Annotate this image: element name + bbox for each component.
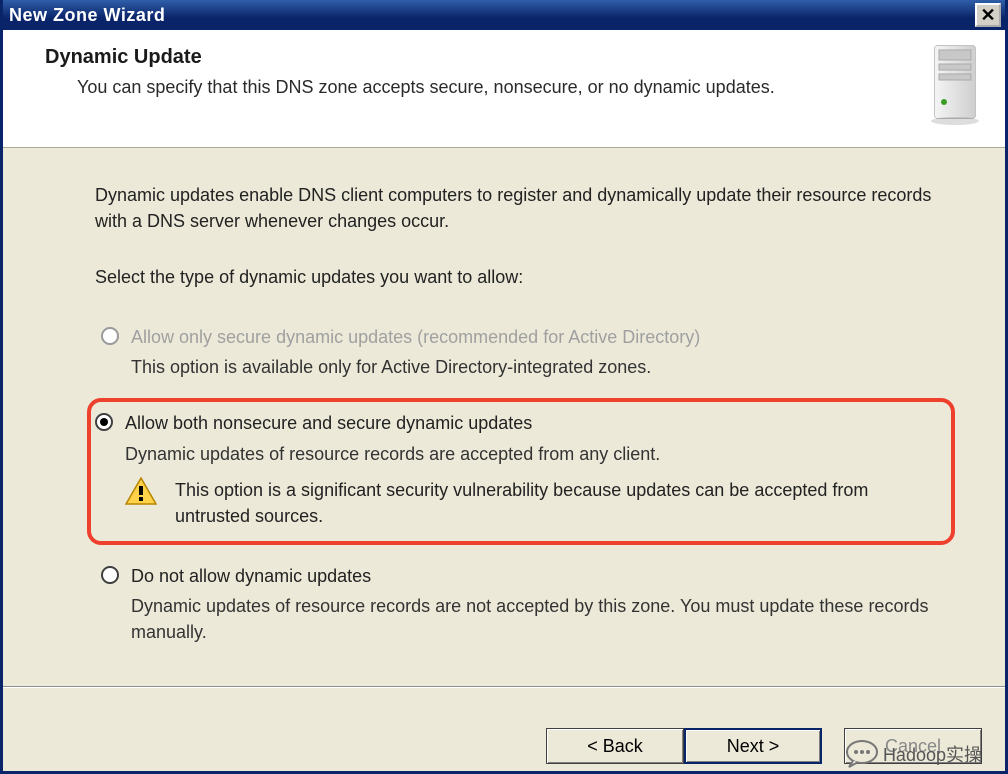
wizard-footer: < Back Next > Cancel bbox=[546, 728, 982, 764]
prompt-text: Select the type of dynamic updates you w… bbox=[95, 264, 939, 290]
close-icon: ✕ bbox=[980, 6, 995, 24]
page-subtitle: You can specify that this DNS zone accep… bbox=[45, 75, 929, 100]
cancel-button[interactable]: Cancel bbox=[844, 728, 982, 764]
wizard-body: Dynamic updates enable DNS client comput… bbox=[3, 148, 1005, 649]
warning-icon bbox=[125, 477, 157, 505]
back-button[interactable]: < Back bbox=[546, 728, 684, 764]
radio-none[interactable] bbox=[101, 566, 119, 584]
option-none-desc: Dynamic updates of resource records are … bbox=[131, 593, 933, 645]
titlebar: New Zone Wizard ✕ bbox=[3, 0, 1005, 30]
option-secure-only-desc: This option is available only for Active… bbox=[131, 354, 933, 380]
intro-text: Dynamic updates enable DNS client comput… bbox=[95, 182, 939, 234]
radio-secure-only bbox=[101, 327, 119, 345]
option-both-warning: This option is a significant security vu… bbox=[175, 477, 937, 529]
footer-separator bbox=[3, 686, 1005, 688]
option-both-label: Allow both nonsecure and secure dynamic … bbox=[125, 410, 937, 436]
option-none-label: Do not allow dynamic updates bbox=[131, 563, 933, 589]
wizard-header: Dynamic Update You can specify that this… bbox=[3, 30, 1005, 148]
page-title: Dynamic Update bbox=[45, 46, 929, 69]
option-secure-only: Allow only secure dynamic updates (recom… bbox=[95, 320, 939, 384]
option-both[interactable]: Allow both nonsecure and secure dynamic … bbox=[87, 398, 955, 544]
window-title: New Zone Wizard bbox=[9, 5, 975, 26]
option-both-desc: Dynamic updates of resource records are … bbox=[125, 441, 937, 467]
option-secure-only-label: Allow only secure dynamic updates (recom… bbox=[131, 324, 933, 350]
radio-both[interactable] bbox=[95, 413, 113, 431]
option-none[interactable]: Do not allow dynamic updates Dynamic upd… bbox=[95, 559, 939, 649]
close-button[interactable]: ✕ bbox=[975, 3, 1001, 27]
next-button[interactable]: Next > bbox=[684, 728, 822, 764]
server-icon bbox=[929, 44, 981, 126]
